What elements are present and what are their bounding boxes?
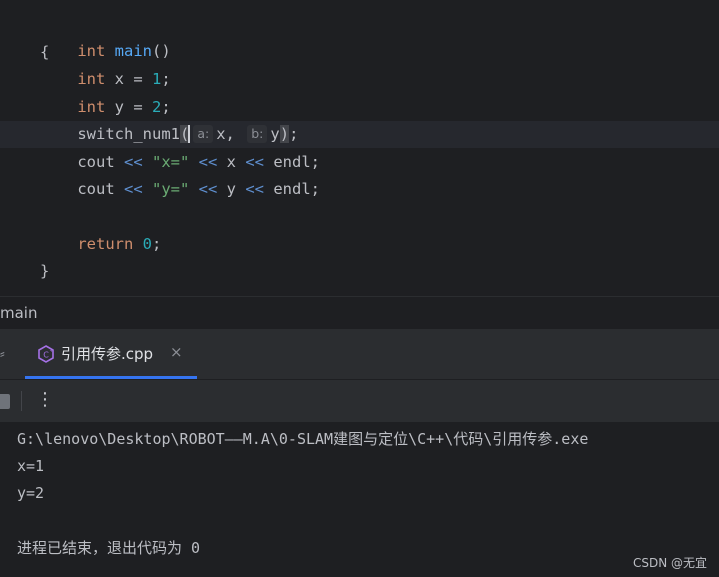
argument: x, bbox=[216, 125, 235, 143]
number-literal: 1 bbox=[152, 70, 162, 88]
stream-operator: << bbox=[245, 153, 265, 171]
code-editor[interactable]: int main() { int x = 1; int y = 2; switc… bbox=[0, 0, 719, 296]
console-line-exit: 进程已结束，退出代码为 0 bbox=[17, 539, 201, 557]
breadcrumb: main bbox=[0, 296, 719, 329]
code-text: ; bbox=[152, 235, 162, 253]
number-literal: 0 bbox=[142, 235, 153, 253]
stop-button[interactable] bbox=[0, 394, 10, 409]
stream-operator: << bbox=[124, 180, 143, 198]
string-literal: "x=" bbox=[142, 153, 199, 171]
code-text: cout bbox=[77, 153, 124, 171]
stream-operator: << bbox=[198, 180, 218, 198]
code-line-10: } bbox=[40, 262, 50, 280]
code-line-1: int main() bbox=[40, 11, 170, 60]
code-line-9: return 0; bbox=[40, 231, 161, 258]
close-paren: ) bbox=[279, 125, 290, 143]
code-text: endl; bbox=[264, 180, 321, 198]
code-text: y bbox=[217, 180, 246, 198]
parameter-hint-a: a: bbox=[193, 124, 214, 143]
function-name: main bbox=[114, 42, 152, 60]
function-call: switch_num1 bbox=[77, 125, 180, 143]
tab-label: 引用传参.cpp bbox=[61, 345, 154, 363]
code-text: x bbox=[217, 153, 246, 171]
code-line-7: cout << "y=" << y << endl; bbox=[40, 176, 320, 203]
text-caret bbox=[188, 124, 191, 143]
stream-operator: << bbox=[245, 180, 265, 198]
code-line-6: cout << "x=" << x << endl; bbox=[40, 149, 320, 176]
breadcrumb-item-main[interactable]: main bbox=[0, 304, 37, 322]
number-literal: 2 bbox=[152, 98, 162, 116]
run-tool-window-tabs: ⸗ C + 引用传参.cpp × bbox=[0, 329, 719, 380]
code-line-3: int x = 1; bbox=[40, 66, 171, 93]
svg-text:+: + bbox=[49, 348, 53, 354]
toolbar-divider bbox=[21, 391, 22, 411]
tab-run-config[interactable]: C + 引用传参.cpp × bbox=[25, 329, 197, 379]
watermark: CSDN @无宜 bbox=[632, 556, 707, 570]
console-output[interactable]: G:\lenovo\Desktop\ROBOT——M.A\0-SLAM建图与定位… bbox=[0, 423, 719, 577]
console-line-x: x=1 bbox=[17, 457, 45, 475]
code-line-4: int y = 2; bbox=[40, 94, 171, 121]
close-icon[interactable]: × bbox=[170, 343, 183, 361]
code-line-2: { bbox=[40, 43, 50, 61]
more-options-icon[interactable]: ⋮ bbox=[36, 389, 54, 411]
keyword: int bbox=[77, 42, 106, 60]
stream-operator: << bbox=[198, 153, 218, 171]
argument: y bbox=[270, 125, 280, 143]
code-text: endl; bbox=[264, 153, 321, 171]
keyword: int bbox=[77, 70, 106, 88]
tool-window-edge-icon: ⸗ bbox=[0, 346, 5, 362]
console-line-path: G:\lenovo\Desktop\ROBOT——M.A\0-SLAM建图与定位… bbox=[17, 430, 589, 448]
run-toolbar: ⋮ bbox=[0, 380, 719, 423]
active-tab-indicator bbox=[25, 376, 197, 379]
cpp-file-icon: C + bbox=[38, 345, 54, 363]
code-line-5: switch_num1(a: x, b: y); bbox=[40, 121, 298, 148]
code-text: () bbox=[152, 42, 171, 60]
string-literal: "y=" bbox=[142, 180, 199, 198]
keyword: return bbox=[77, 235, 134, 253]
code-text: x = bbox=[105, 70, 152, 88]
editor-gutter bbox=[0, 0, 30, 296]
code-text: cout bbox=[77, 180, 124, 198]
console-line-y: y=2 bbox=[17, 484, 45, 502]
parameter-hint-b: b: bbox=[247, 124, 268, 143]
code-text: ; bbox=[161, 70, 171, 88]
code-text: ; bbox=[161, 98, 171, 116]
code-text: ; bbox=[289, 125, 299, 143]
stream-operator: << bbox=[124, 153, 143, 171]
keyword: int bbox=[77, 98, 106, 116]
code-text: y = bbox=[105, 98, 152, 116]
svg-text:C: C bbox=[43, 351, 49, 360]
